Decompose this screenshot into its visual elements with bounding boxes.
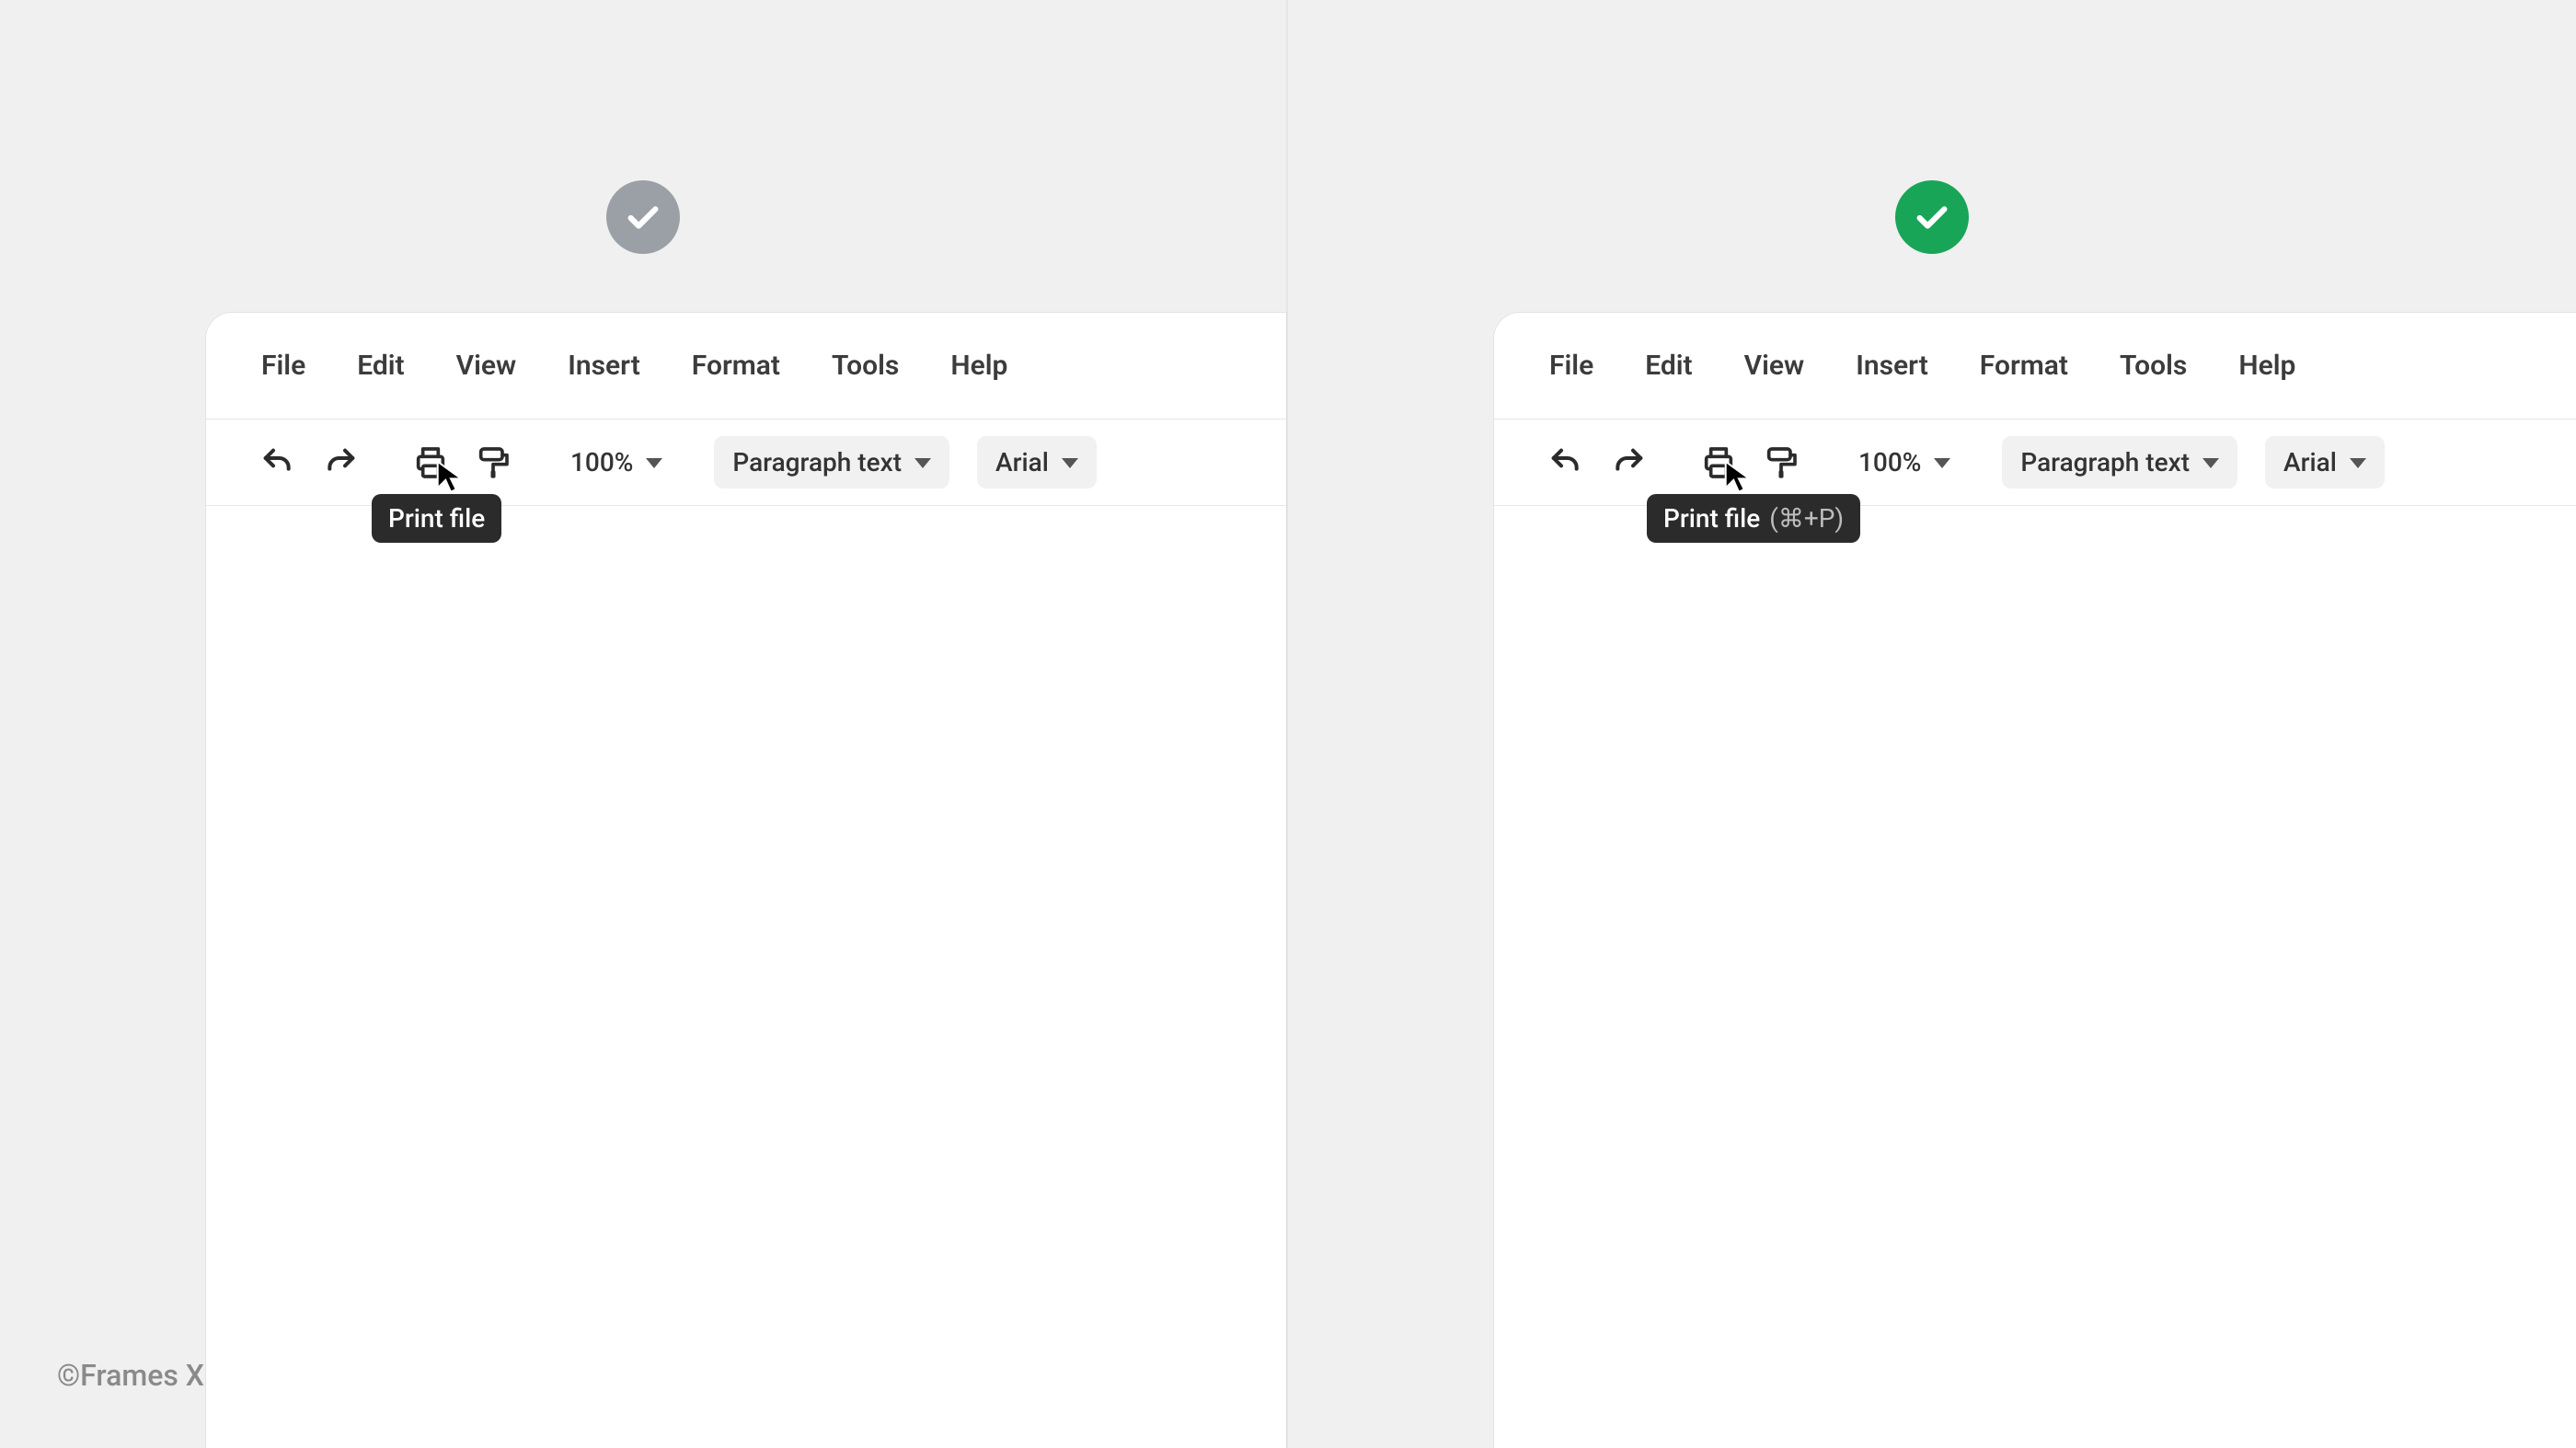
menu-file[interactable]: File: [261, 350, 305, 382]
status-badge-success: [1895, 180, 1969, 254]
menu-format[interactable]: Format: [1980, 350, 2068, 382]
check-icon: [1911, 196, 1953, 238]
editor-window: File Edit View Insert Format Tools Help: [1494, 313, 2576, 1448]
menu-view[interactable]: View: [456, 350, 517, 382]
print-button[interactable]: Print file (⌘+P): [1693, 437, 1744, 488]
zoom-select[interactable]: 100%: [558, 436, 675, 488]
menu-view[interactable]: View: [1744, 350, 1805, 382]
paint-roller-icon: [1763, 444, 1800, 481]
font-family-select[interactable]: Arial: [2265, 436, 2385, 488]
chevron-down-icon: [914, 458, 931, 468]
chevron-down-icon: [1934, 458, 1950, 468]
attribution-text: ©Frames X: [57, 1358, 204, 1393]
tooltip-print: Print file: [372, 494, 501, 543]
font-family-select[interactable]: Arial: [977, 436, 1097, 488]
menubar: File Edit View Insert Format Tools Help: [206, 313, 1286, 419]
font-family-value: Arial: [2283, 447, 2337, 477]
zoom-select[interactable]: 100%: [1846, 436, 1963, 488]
toolbar: Print file 100%: [206, 419, 1286, 506]
redo-icon: [1610, 444, 1647, 481]
menubar: File Edit View Insert Format Tools Help: [1494, 313, 2576, 419]
chevron-down-icon: [1062, 458, 1078, 468]
undo-button[interactable]: [1540, 437, 1592, 488]
undo-icon: [1547, 444, 1584, 481]
menu-file[interactable]: File: [1549, 350, 1593, 382]
menu-tools[interactable]: Tools: [2120, 350, 2187, 382]
menu-format[interactable]: Format: [692, 350, 780, 382]
status-badge-neutral: [606, 180, 680, 254]
undo-icon: [259, 444, 296, 481]
format-paint-button[interactable]: [1755, 437, 1807, 488]
check-icon: [622, 196, 664, 238]
zoom-value: 100%: [1858, 447, 1921, 477]
menu-help[interactable]: Help: [2238, 350, 2295, 382]
editor-window: File Edit View Insert Format Tools Help: [206, 313, 1286, 1448]
chevron-down-icon: [2350, 458, 2366, 468]
text-style-select[interactable]: Paragraph text: [2002, 436, 2237, 488]
print-button[interactable]: Print file: [405, 437, 456, 488]
redo-button[interactable]: [1603, 437, 1654, 488]
menu-help[interactable]: Help: [950, 350, 1007, 382]
tooltip-shortcut: (⌘+P): [1769, 503, 1844, 534]
zoom-value: 100%: [570, 447, 633, 477]
chevron-down-icon: [646, 458, 662, 468]
undo-button[interactable]: [252, 437, 304, 488]
menu-insert[interactable]: Insert: [1856, 350, 1928, 382]
print-icon: [412, 444, 449, 481]
paint-roller-icon: [475, 444, 512, 481]
example-panel-left: File Edit View Insert Format Tools Help: [0, 0, 1288, 1448]
menu-tools[interactable]: Tools: [832, 350, 899, 382]
toolbar: Print file (⌘+P) 100%: [1494, 419, 2576, 506]
menu-edit[interactable]: Edit: [357, 350, 404, 382]
font-family-value: Arial: [995, 447, 1049, 477]
menu-insert[interactable]: Insert: [568, 350, 640, 382]
print-icon: [1700, 444, 1737, 481]
tooltip-text: Print file: [388, 503, 485, 534]
tooltip-text: Print file: [1663, 503, 1760, 534]
example-panel-right: File Edit View Insert Format Tools Help: [1288, 0, 2576, 1448]
redo-icon: [322, 444, 359, 481]
format-paint-button[interactable]: [467, 437, 519, 488]
text-style-value: Paragraph text: [732, 447, 902, 477]
text-style-select[interactable]: Paragraph text: [714, 436, 949, 488]
menu-edit[interactable]: Edit: [1645, 350, 1692, 382]
chevron-down-icon: [2202, 458, 2219, 468]
tooltip-print: Print file (⌘+P): [1647, 494, 1860, 543]
text-style-value: Paragraph text: [2020, 447, 2190, 477]
redo-button[interactable]: [315, 437, 366, 488]
